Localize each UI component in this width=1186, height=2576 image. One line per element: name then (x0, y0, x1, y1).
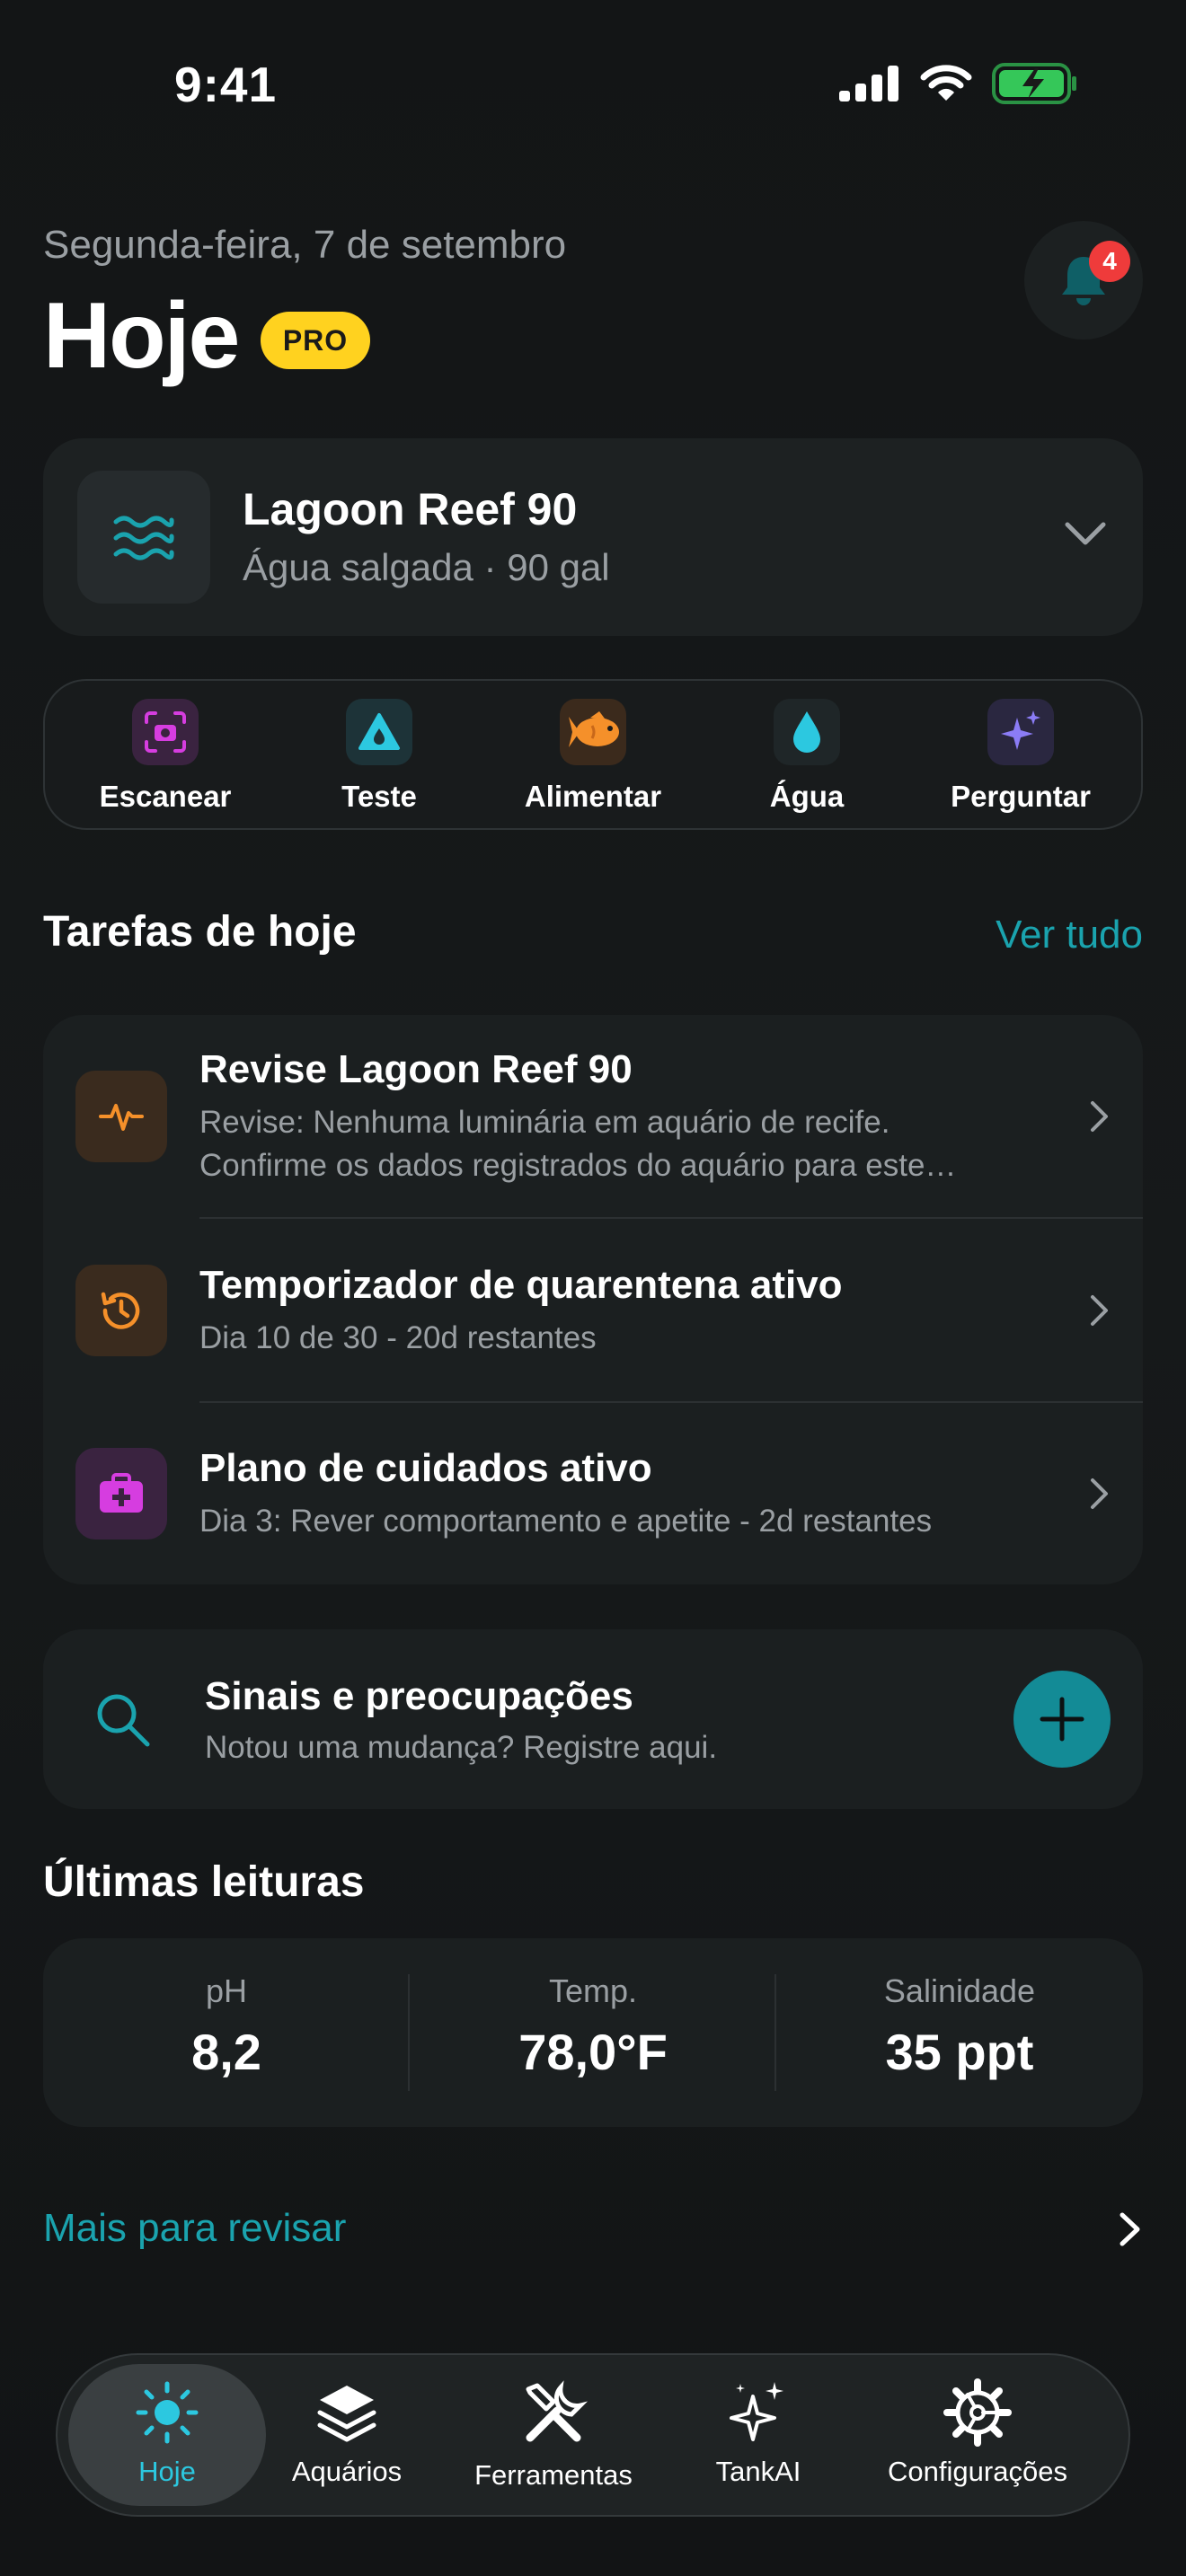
test-triangle-drop-icon (346, 699, 412, 765)
task-description: Dia 10 de 30 - 20d restantes (199, 1320, 597, 1355)
battery-charging-icon (992, 63, 1076, 104)
tank-subtitle: Água salgada · 90 gal (243, 546, 610, 588)
fish-icon (560, 699, 626, 765)
quick-action-feed[interactable]: Alimentar (494, 699, 692, 814)
tab-label: Hoje (138, 2456, 196, 2487)
reading-label: Temp. (548, 1972, 638, 2009)
scan-camera-icon (132, 699, 199, 765)
chevron-right-icon[interactable] (1118, 2211, 1143, 2247)
chevron-right-icon (1091, 1478, 1108, 1509)
tab-tools[interactable]: Ferramentas (464, 2378, 643, 2492)
chevron-right-icon (1091, 1101, 1108, 1132)
cellular-signal-icon (839, 66, 898, 101)
reading-label: pH (205, 1972, 248, 2009)
task-item[interactable] (43, 1219, 1143, 1402)
history-clock-icon (75, 1265, 167, 1356)
notifications-button[interactable] (1024, 221, 1143, 340)
gear-icon (943, 2378, 1012, 2447)
see-all-link[interactable]: Ver tudo (996, 913, 1143, 957)
tab-aquariums[interactable]: Aquários (266, 2378, 428, 2488)
tab-settings[interactable]: Configurações (870, 2378, 1085, 2488)
more-to-review-link[interactable]: Mais para revisar (43, 2206, 346, 2251)
reading-value: 78,0°F (518, 2024, 668, 2080)
readings-heading: Últimas leituras (43, 1858, 365, 1906)
task-title: Revise Lagoon Reef 90 (199, 1047, 633, 1091)
sparkles-icon (730, 2382, 783, 2441)
quick-action-label: Água (769, 780, 845, 813)
reading-value: 35 ppt (885, 2024, 1034, 2080)
tank-icon-tile (77, 471, 210, 604)
waves-icon (113, 516, 174, 560)
quick-action-label: Escanear (99, 780, 232, 813)
tab-label: Aquários (291, 2456, 403, 2487)
reading-label: Salinidade (883, 1972, 1036, 2009)
page-title: Hoje (43, 284, 240, 388)
tools-icon (526, 2380, 589, 2442)
sparkles-icon (987, 699, 1054, 765)
task-description: Revise: Nenhuma luminária em aquário de … (199, 1105, 890, 1140)
layers-icon (317, 2386, 376, 2442)
search-icon (97, 1694, 150, 1747)
status-icons (839, 63, 1078, 104)
quick-action-scan[interactable]: Escanear (66, 699, 264, 814)
add-signal-button[interactable] (1013, 1671, 1111, 1768)
pulse-icon (75, 1071, 167, 1162)
quick-action-water[interactable]: Água (708, 699, 906, 814)
tab-label: Configurações (888, 2456, 1067, 2487)
task-description: Dia 3: Rever comportamento e apetite - 2… (199, 1504, 933, 1539)
task-title: Plano de cuidados ativo (199, 1446, 652, 1490)
task-description: Confirme os dados registrados do aquário… (199, 1148, 957, 1183)
sun-icon (136, 2381, 199, 2444)
wifi-icon (920, 65, 972, 101)
plus-icon (1040, 1697, 1084, 1742)
task-title: Temporizador de quarentena ativo (199, 1263, 843, 1307)
notification-badge: 4 (1089, 241, 1130, 282)
reading-value: 8,2 (191, 2024, 261, 2080)
reading-salinity: Salinidade 35 ppt (776, 1972, 1143, 2081)
chevron-down-icon[interactable] (1064, 521, 1107, 548)
signals-card[interactable] (43, 1629, 1143, 1809)
quick-action-ask[interactable]: Perguntar (922, 699, 1120, 814)
quick-action-label: Perguntar (951, 780, 1091, 813)
pro-badge: PRO (261, 312, 370, 369)
chevron-right-icon (1091, 1295, 1108, 1326)
tab-label: TankAI (715, 2456, 801, 2487)
reading-ph: pH 8,2 (43, 1972, 410, 2081)
date-label: Segunda-feira, 7 de setembro (43, 223, 567, 267)
quick-action-label: Alimentar (524, 780, 662, 813)
signals-title: Sinais e preocupações (205, 1674, 633, 1718)
tasks-heading: Tarefas de hoje (43, 908, 357, 956)
water-drop-icon (774, 699, 840, 765)
signals-subtitle: Notou uma mudança? Registre aqui. (205, 1730, 718, 1765)
tab-label: Ferramentas (474, 2459, 633, 2491)
medical-kit-icon (75, 1448, 167, 1539)
tab-today[interactable]: Hoje (86, 2378, 248, 2488)
status-time: 9:41 (174, 57, 278, 112)
quick-action-test[interactable]: Teste (280, 699, 478, 814)
quick-action-label: Teste (341, 780, 417, 813)
tab-tankai[interactable]: TankAI (677, 2378, 839, 2488)
task-item[interactable] (43, 1403, 1143, 1584)
reading-temperature: Temp. 78,0°F (410, 1972, 776, 2081)
tank-name: Lagoon Reef 90 (243, 484, 578, 534)
